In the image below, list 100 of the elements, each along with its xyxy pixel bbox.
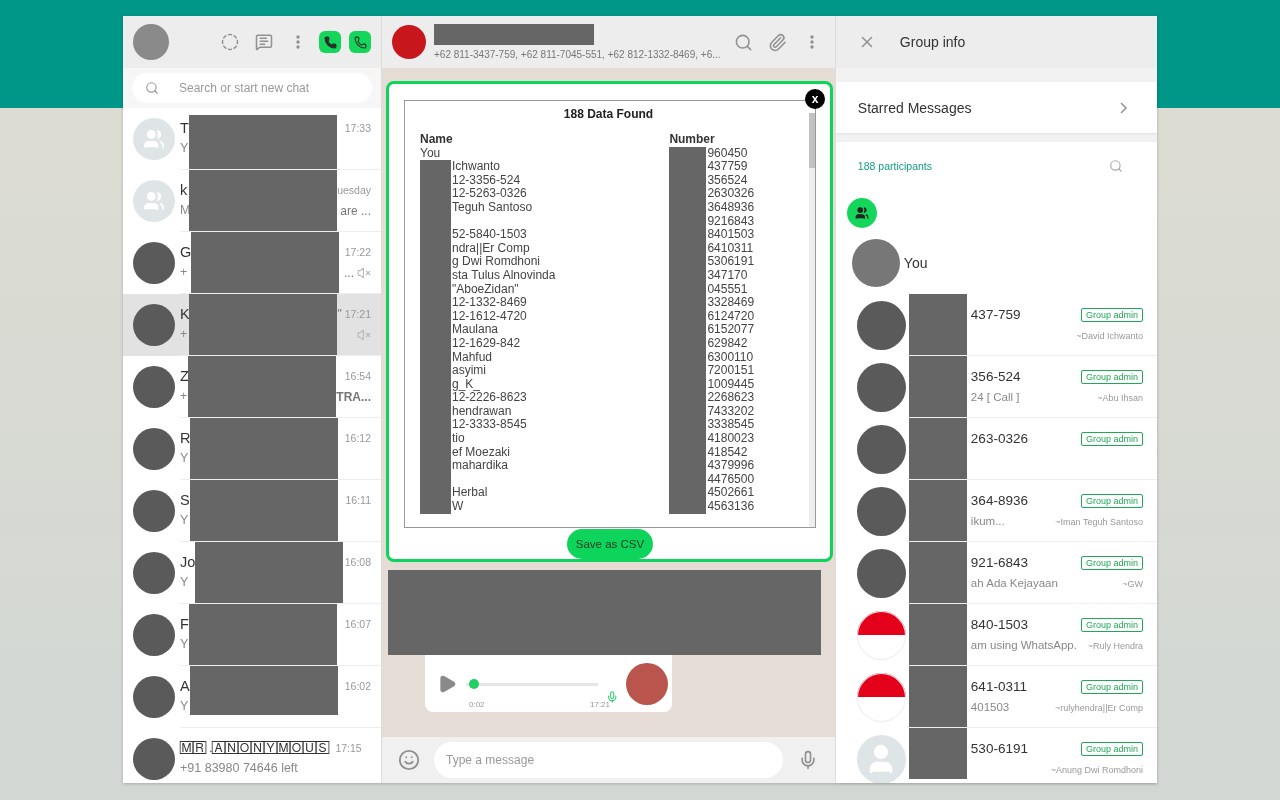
member-status: 24 [ Call ]	[970, 390, 1021, 405]
group-icon	[143, 190, 165, 212]
contact-name: 12-1629-842	[452, 336, 522, 351]
contact-name: Ichwanto	[452, 160, 502, 174]
contact-number: 4379996	[707, 459, 755, 473]
contact-name: 12-3333-8545	[452, 418, 528, 433]
contact-number: 3648936	[707, 200, 755, 215]
avatar-photo	[626, 662, 668, 705]
search-field[interactable]: Search or start new chat	[132, 73, 372, 103]
chat-time: 16:08	[344, 556, 371, 568]
contact-name: 12-3356-524	[452, 173, 522, 188]
popup-title: 188 Data Found	[562, 107, 655, 121]
add-participant-button[interactable]	[846, 198, 877, 228]
chat-time: 16:54	[344, 370, 371, 382]
member-pushname: ~Anung Dwi Romdhoni	[1050, 764, 1143, 776]
redaction-block	[908, 480, 967, 541]
chat-preview: +	[180, 389, 189, 405]
starred-messages-row[interactable]: Starred Messages	[835, 82, 1157, 133]
chat-preview-fragment: TRA...	[336, 390, 371, 404]
chat-item[interactable]: 🄼🅁 .🄰🄽🄾🄽🅈🄼🄾🅄🅂 +91 83980 74646 left 17:15	[123, 728, 381, 783]
member-phone: 437-759	[970, 306, 1022, 323]
participant-row[interactable]: 641-0311 401503 Group admin ~rulyhendra||Er Comp	[835, 666, 1157, 728]
chat-preview: +91 83980 74646 left	[180, 761, 299, 777]
chat-name: 🄼🅁 .🄰🄽🄾🄽🅈🄼🄾🅄🅂	[180, 740, 330, 756]
chat-preview: Y	[180, 699, 190, 715]
chat-preview: Y	[180, 575, 190, 591]
participant-row[interactable]: 356-524 24 [ Call ] Group admin ~Abu Ihsan	[835, 356, 1157, 418]
contact-number: 960450	[707, 146, 749, 161]
message-time: 17:21	[590, 700, 611, 709]
contact-number: 6300110	[707, 350, 755, 365]
contact-number: 3338545	[707, 418, 755, 433]
redaction-block	[908, 542, 967, 603]
member-pushname: ~Ruly Hendra	[1087, 640, 1143, 652]
chat-name: R	[180, 430, 191, 447]
member-status: 401503	[970, 700, 1011, 715]
participant-row[interactable]: 921-6843 ah Ada Kejayaan Group admin ~GW	[835, 542, 1157, 604]
chat-item[interactable]: S Y 16:11	[123, 480, 381, 542]
chat-preview: +	[180, 265, 189, 281]
contact-name: 12-5263-0326	[452, 187, 528, 201]
member-pushname: ~GW	[1122, 578, 1143, 590]
contact-number: 347170	[707, 268, 749, 283]
message-input[interactable]: Type a message	[434, 742, 783, 778]
status-icon	[221, 33, 239, 51]
contact-name: asyimi	[452, 364, 487, 378]
phone-button[interactable]	[319, 31, 341, 53]
chat-item[interactable]: T Y 17:33	[123, 108, 381, 170]
chevron-icon	[1120, 101, 1127, 114]
contact-number: 6410311	[707, 241, 755, 256]
group-admin-badge: Group admin	[1080, 555, 1143, 570]
chat-preview: M	[180, 203, 190, 219]
chat-item[interactable]: G + 17:22 ...	[123, 232, 381, 294]
contact-number: 2268623	[707, 391, 755, 405]
smiley-icon	[398, 749, 420, 771]
participant-row[interactable]: 840-1503 am using WhatsApp. Group admin ~Ruly Hendra	[835, 604, 1157, 666]
close-button[interactable]: x	[805, 89, 825, 109]
contact-number: 1009445	[707, 377, 755, 392]
chat-name: T	[180, 120, 189, 137]
chat-item[interactable]: F Y 16:07	[123, 604, 381, 666]
member-status: ikum...	[970, 514, 1006, 529]
participant-row[interactable]: 530-6191 Group admin ~Anung Dwi Romdhoni	[835, 728, 1157, 783]
contact-name: g Dwi Romdhoni	[452, 255, 542, 269]
phone-icon	[323, 35, 337, 49]
chat-time: uesday	[337, 184, 371, 196]
save-csv-button[interactable]: Save as CSV	[566, 529, 654, 559]
contact-number: 4502661	[707, 486, 755, 501]
contact-number: 437759	[707, 160, 749, 174]
chat-item[interactable]: Z + 16:54 TRA...	[123, 356, 381, 418]
member-phone: 921-6843	[970, 554, 1029, 571]
audio-duration: 0:02	[469, 700, 485, 709]
member-name: You	[903, 255, 928, 271]
participant-row[interactable]: 263-0326 Group admin	[835, 418, 1157, 480]
chat-preview-fragment: are ...	[340, 204, 371, 218]
chat-item[interactable]: k M uesday are ...	[123, 170, 381, 232]
group-avatar-photo	[392, 25, 426, 59]
menu-icon	[296, 35, 300, 49]
contact-name: 12-1332-8469	[452, 296, 528, 310]
member-phone: 530-6191	[970, 740, 1029, 757]
contact-number: 9216843	[707, 214, 755, 229]
chat-item[interactable]: K + " 17:21	[123, 294, 381, 356]
avatar-photo	[133, 24, 169, 60]
chat-preview: Y	[180, 513, 190, 529]
audio-slider-thumb[interactable]	[468, 678, 479, 689]
participant-row[interactable]: 437-759 Group admin ~David Ichwanto	[835, 294, 1157, 356]
participant-row[interactable]: 364-8936 ikum... Group admin ~Iman Teguh Santoso	[835, 480, 1157, 542]
phone-icon	[353, 35, 367, 49]
chat-item[interactable]: R Y 16:12	[123, 418, 381, 480]
contact-name: g_K_	[452, 377, 481, 392]
phone-button[interactable]	[349, 31, 371, 53]
member-phone: 263-0326	[970, 430, 1029, 447]
contact-name: ef Moezaki	[452, 445, 512, 460]
chat-time: 16:12	[344, 432, 371, 444]
member-pushname: ~Iman Teguh Santoso	[1055, 516, 1143, 528]
chat-item[interactable]: A Y 16:02	[123, 666, 381, 728]
chat-item[interactable]: Jo Y 16:08	[123, 542, 381, 604]
emoji-button[interactable]	[396, 747, 422, 773]
contact-number: 4563136	[707, 500, 755, 514]
chat-name: k	[180, 182, 189, 199]
redaction-block	[908, 294, 967, 355]
participants-count: 188 participants	[857, 160, 932, 172]
contact-name: You	[420, 146, 442, 161]
